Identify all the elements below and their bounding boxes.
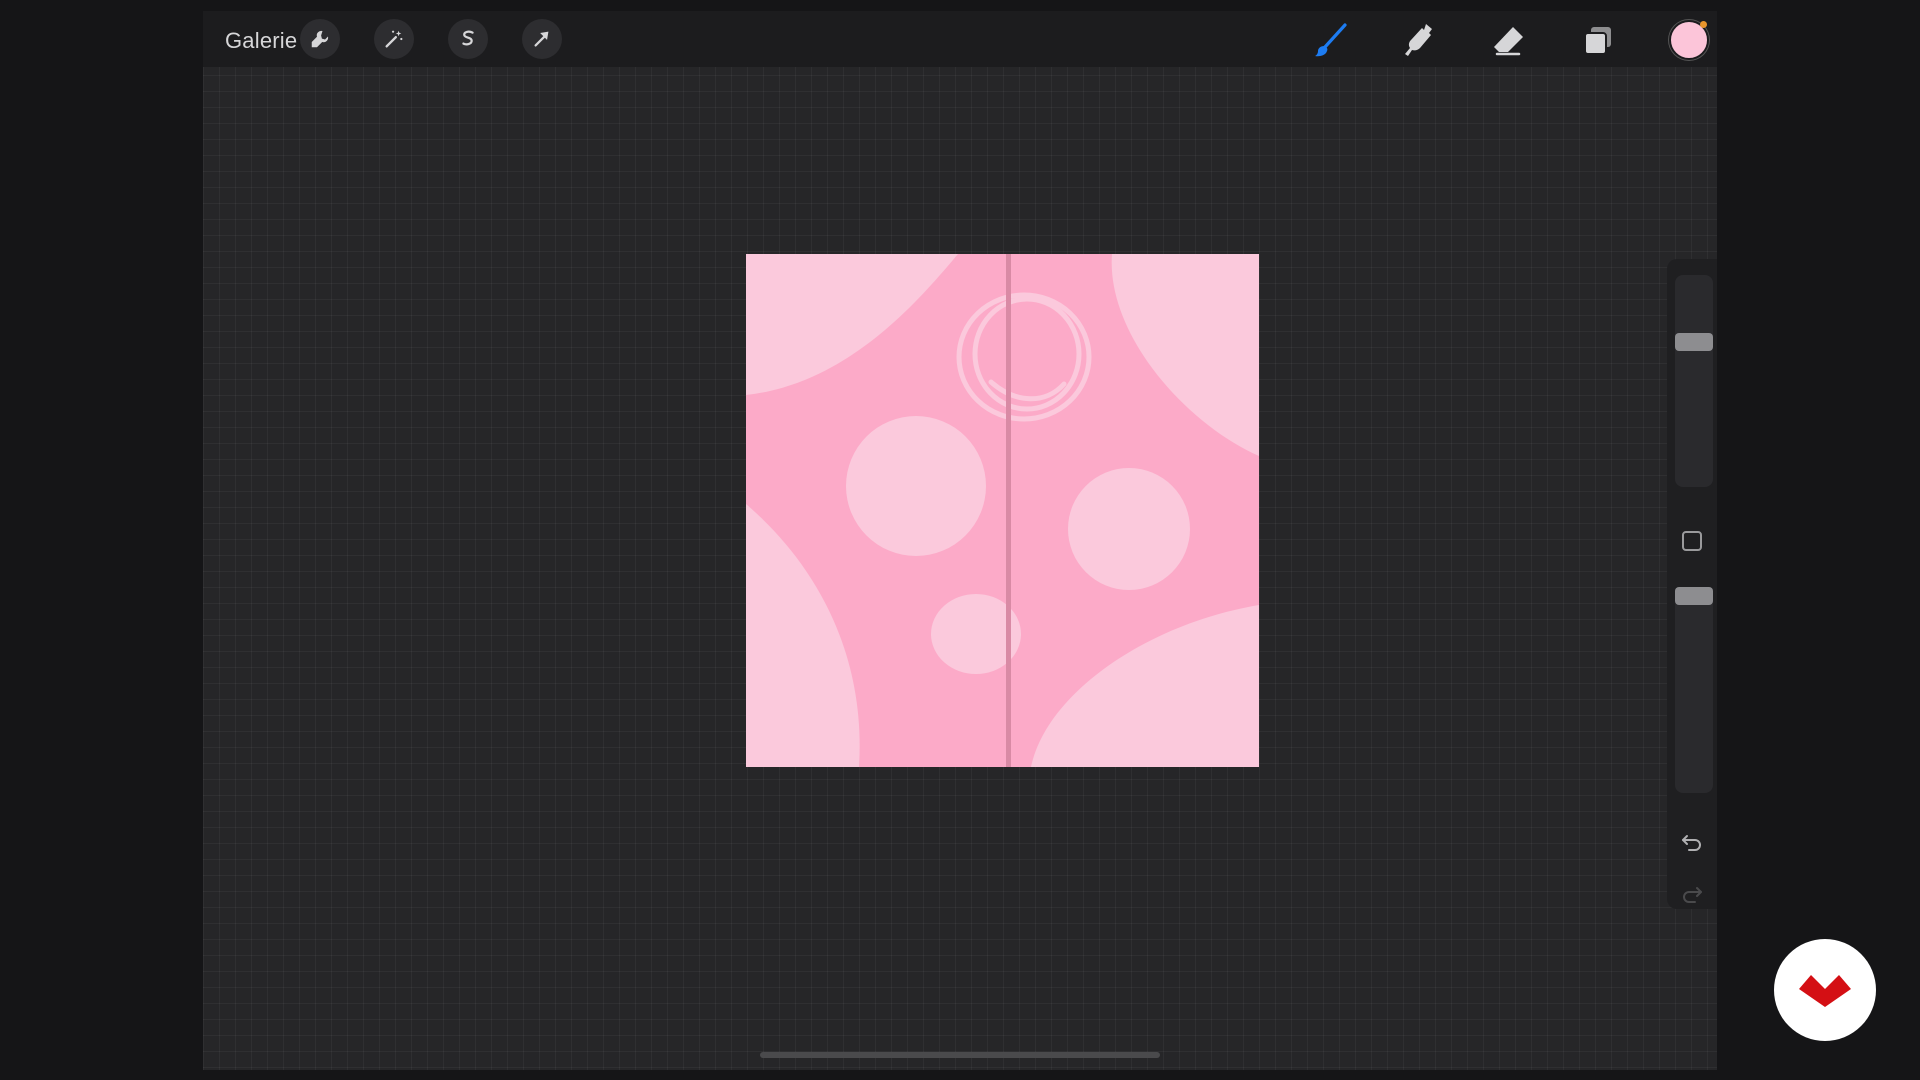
eraser-icon xyxy=(1494,27,1523,56)
brush-size-thumb[interactable] xyxy=(1675,333,1713,351)
selection-button[interactable] xyxy=(448,19,488,59)
sidebar xyxy=(1667,259,1717,909)
adjustments-button[interactable] xyxy=(374,19,414,59)
transform-button[interactable] xyxy=(522,19,562,59)
brush-size-slider[interactable] xyxy=(1675,275,1713,487)
vertical-guide-line xyxy=(1006,254,1011,767)
home-indicator[interactable] xyxy=(760,1052,1160,1058)
brush-button[interactable] xyxy=(1311,21,1351,61)
selection-icon xyxy=(462,30,474,46)
magic-wand-icon xyxy=(385,30,403,48)
layers-icon xyxy=(1584,27,1611,55)
color-indicator-dot xyxy=(1700,21,1707,28)
procreate-app: Galerie xyxy=(203,11,1717,1070)
modify-button[interactable] xyxy=(1682,531,1702,551)
redo-button[interactable] xyxy=(1679,881,1705,907)
undo-icon xyxy=(1682,835,1701,851)
drawing-canvas[interactable] xyxy=(746,254,1259,767)
opacity-slider[interactable] xyxy=(1675,587,1713,793)
top-toolbar: Galerie xyxy=(203,11,1717,67)
wrench-icon xyxy=(311,30,329,48)
circle-shape xyxy=(1068,468,1190,590)
undo-button[interactable] xyxy=(1679,829,1705,855)
smudge-icon xyxy=(1405,24,1432,56)
smudge-button[interactable] xyxy=(1400,21,1440,61)
gallery-button[interactable]: Galerie xyxy=(225,28,297,54)
opacity-thumb[interactable] xyxy=(1675,587,1713,605)
brush-icon xyxy=(1315,23,1347,57)
eraser-button[interactable] xyxy=(1489,21,1529,61)
redo-icon xyxy=(1683,887,1702,903)
layers-button[interactable] xyxy=(1578,21,1618,61)
brand-logo-icon xyxy=(1799,975,1851,1007)
actions-button[interactable] xyxy=(300,19,340,59)
circle-shape xyxy=(846,416,986,556)
transform-arrow-icon xyxy=(534,31,549,47)
brand-logo-badge xyxy=(1774,939,1876,1041)
